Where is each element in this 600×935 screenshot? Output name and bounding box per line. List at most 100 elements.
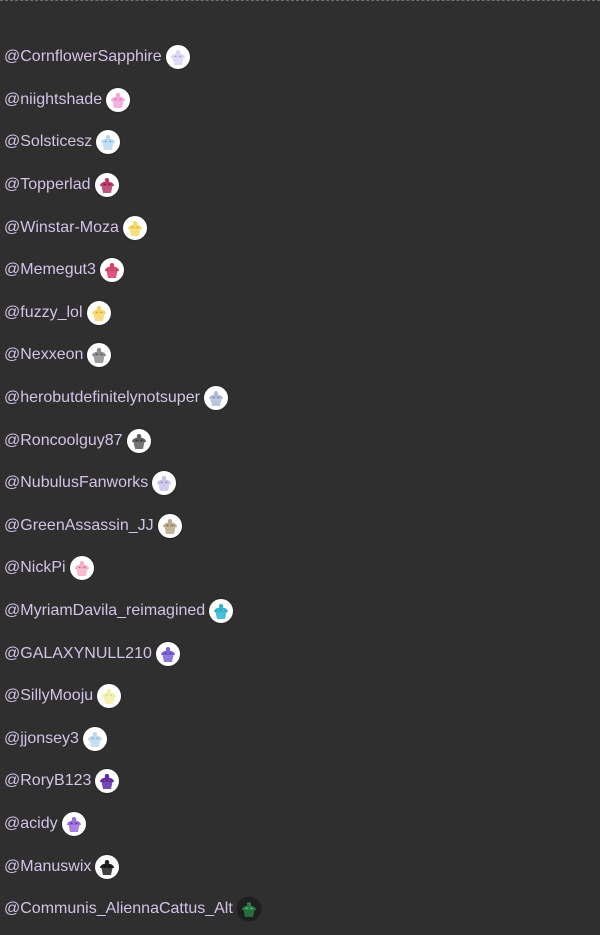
list-item[interactable]: @herobutdefinitelynotsuper	[0, 377, 600, 420]
avatar[interactable]	[87, 343, 112, 368]
avatar[interactable]	[97, 684, 122, 709]
cup-shape	[112, 100, 124, 108]
list-item[interactable]: @NubulusFanworks	[0, 462, 600, 505]
list-item[interactable]: @SillyMooju	[0, 675, 600, 718]
username-link[interactable]: @fuzzy_lol	[4, 303, 83, 323]
username-link[interactable]: @Winstar-Moza	[4, 218, 119, 238]
username-link[interactable]: @niightshade	[4, 90, 102, 110]
blue-cupcake-avatar-icon	[101, 135, 116, 151]
username-link[interactable]: @Nexxeon	[4, 345, 83, 365]
list-item[interactable]: @RoryB123	[0, 760, 600, 803]
list-item[interactable]: @Winstar-Moza	[0, 206, 600, 249]
avatar[interactable]	[96, 130, 121, 155]
purple-cupcake-avatar-icon	[66, 816, 81, 832]
username-link[interactable]: @Manuswix	[4, 857, 91, 877]
username-link[interactable]: @NubulusFanworks	[4, 473, 148, 493]
eye-shape	[108, 780, 111, 782]
list-item[interactable]: @niightshade	[0, 79, 600, 122]
username-link[interactable]: @MyriamDavila_reimagined	[4, 601, 205, 621]
avatar[interactable]	[236, 897, 261, 922]
list-item[interactable]: @Manuswix	[0, 845, 600, 888]
cup-shape	[76, 569, 88, 577]
avatar[interactable]	[122, 215, 147, 240]
frosting-top-shape	[175, 50, 180, 55]
avatar[interactable]	[165, 45, 190, 70]
list-item[interactable]: @Roncoolguy87	[0, 419, 600, 462]
eye-shape	[245, 907, 248, 910]
eye-shape	[83, 567, 85, 569]
cup-shape	[172, 58, 184, 66]
tan-cupcake-avatar-icon	[162, 518, 177, 534]
username-link[interactable]: @Topperlad	[4, 175, 91, 195]
eye-shape	[222, 609, 225, 612]
username-link[interactable]: @GreenAssassin_JJ	[4, 516, 154, 536]
username-link[interactable]: @Solsticesz	[4, 132, 92, 152]
eye-shape	[217, 396, 220, 399]
cup-shape	[129, 228, 141, 236]
eye-shape	[96, 737, 99, 739]
frosting-top-shape	[167, 518, 172, 524]
list-item[interactable]: @jjonsey3	[0, 718, 600, 761]
avatar[interactable]	[82, 726, 107, 751]
list-item[interactable]: @MyriamDavila_reimagined	[0, 590, 600, 633]
list-item[interactable]: @NickPi	[0, 547, 600, 590]
username-link[interactable]: @herobutdefinitelynotsuper	[4, 388, 200, 408]
frosting-top-shape	[79, 561, 84, 566]
avatar[interactable]	[152, 471, 177, 496]
username-link[interactable]: @SillyMooju	[4, 686, 93, 706]
username-link[interactable]: @jjonsey3	[4, 729, 79, 749]
frosting-top-shape	[92, 731, 98, 737]
avatar[interactable]	[157, 513, 182, 538]
green-alien-cupcake-avatar-icon	[241, 902, 256, 918]
avatar[interactable]	[99, 258, 124, 283]
eye-shape	[217, 609, 220, 612]
avatar[interactable]	[95, 769, 120, 794]
avatar[interactable]	[203, 386, 228, 411]
list-item[interactable]: @CornflowerSapphire	[0, 36, 600, 79]
frosting-top-shape	[246, 902, 251, 907]
username-link[interactable]: @NickPi	[4, 558, 66, 578]
frosting-top-shape	[97, 348, 102, 353]
cup-shape	[103, 697, 115, 705]
username-link[interactable]: @GALAXYNULL210	[4, 644, 152, 664]
avatar[interactable]	[69, 556, 94, 581]
avatar[interactable]	[95, 854, 120, 879]
eye-shape	[96, 354, 98, 356]
eye-shape	[105, 695, 108, 697]
cup-shape	[162, 654, 174, 662]
cup-shape	[101, 186, 113, 194]
list-item[interactable]: @Solsticesz	[0, 121, 600, 164]
eye-shape	[100, 311, 102, 313]
lavender-cupcake-avatar-icon	[170, 50, 185, 66]
avatar[interactable]	[61, 811, 86, 836]
cup-shape	[93, 313, 104, 321]
avatar[interactable]	[126, 428, 151, 453]
list-item[interactable]: @GALAXYNULL210	[0, 632, 600, 675]
list-item[interactable]: @Topperlad	[0, 164, 600, 207]
username-link[interactable]: @Communis_AliennaCattus_Alt	[4, 899, 233, 919]
username-link[interactable]: @RoryB123	[4, 771, 91, 791]
list-item[interactable]: @GreenAssassin_JJ	[0, 505, 600, 548]
pastel-cupcake-avatar-icon	[102, 689, 117, 705]
username-link[interactable]: @CornflowerSapphire	[4, 47, 162, 67]
frosting-top-shape	[165, 646, 171, 652]
dark-gray-cupcake-avatar-icon	[131, 433, 146, 449]
avatar[interactable]	[155, 641, 180, 666]
list-item[interactable]: @Communis_AliennaCattus_Alt	[0, 888, 600, 931]
list-item[interactable]: @Nexxeon	[0, 334, 600, 377]
avatar[interactable]	[106, 87, 131, 112]
cup-shape	[210, 399, 222, 407]
cup-shape	[164, 526, 176, 534]
list-item[interactable]: @fuzzy_lol	[0, 292, 600, 335]
username-link[interactable]: @acidy	[4, 814, 58, 834]
avatar[interactable]	[209, 599, 234, 624]
avatar[interactable]	[86, 300, 111, 325]
cup-shape	[133, 441, 145, 449]
username-link[interactable]: @Memegut3	[4, 260, 96, 280]
list-item[interactable]: @acidy	[0, 803, 600, 846]
magenta-cupcake-avatar-icon	[99, 178, 114, 194]
list-item[interactable]: @Memegut3	[0, 249, 600, 292]
eye-shape	[169, 652, 172, 654]
avatar[interactable]	[94, 173, 119, 198]
username-link[interactable]: @Roncoolguy87	[4, 431, 123, 451]
